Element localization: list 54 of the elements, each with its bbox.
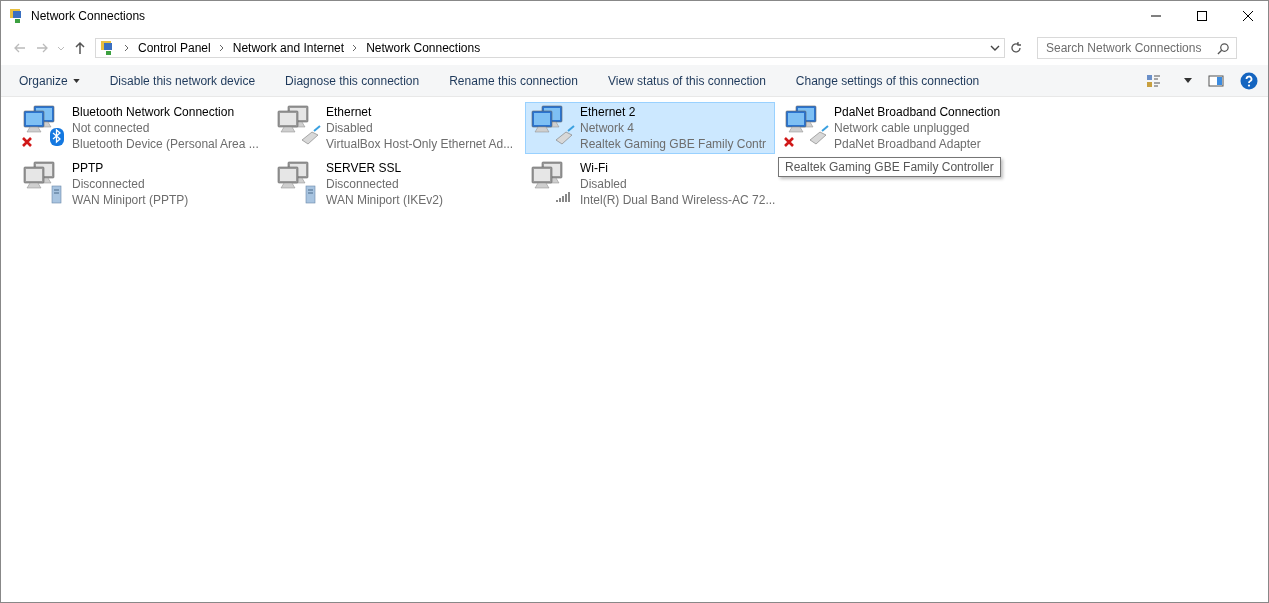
connection-status: Disconnected	[72, 176, 146, 192]
up-arrow-icon[interactable]	[73, 41, 87, 55]
breadcrumb[interactable]: Network and Internet	[232, 41, 345, 55]
connection-name: PdaNet Broadband Connection	[834, 104, 1001, 120]
adapter-name: WAN Miniport (IKEv2)	[326, 192, 443, 208]
connection-item[interactable]: SERVER SSL Disconnected WAN Miniport (IKEv2)	[271, 158, 521, 210]
breadcrumb[interactable]: Network Connections	[366, 41, 481, 55]
close-icon[interactable]	[1242, 10, 1254, 22]
adapter-name: Bluetooth Device (Personal Area ...	[72, 136, 259, 152]
address-bar[interactable]: Control Panel Network and Internet Network Connections	[95, 38, 1005, 58]
preview-pane-icon[interactable]	[1208, 72, 1224, 89]
connection-status: Disabled	[326, 120, 374, 136]
connection-item[interactable]: Ethernet 2 Network 4 Realtek Gaming GBE Family Contr	[525, 102, 775, 154]
connection-item[interactable]: PPTP Disconnected WAN Miniport (PPTP)	[17, 158, 267, 210]
connection-status: Network 4	[580, 120, 636, 136]
connection-name: Ethernet	[326, 104, 373, 120]
connection-item[interactable]: Bluetooth Network Connection Not connected Bluetooth Device (Personal Area ...	[17, 102, 267, 154]
adapter-name: WAN Miniport (PPTP)	[72, 192, 189, 208]
connection-item[interactable]: Wi-Fi Disabled Intel(R) Dual Band Wireless-AC 72...	[525, 158, 775, 210]
connection-name: SERVER SSL	[326, 160, 403, 176]
adapter-name: Realtek Gaming GBE Family Contr	[580, 136, 767, 152]
breadcrumb[interactable]: Control Panel	[138, 41, 211, 55]
chevron-right-icon	[218, 44, 225, 52]
caret-icon[interactable]	[1184, 78, 1192, 83]
connection-status: Network cable unplugged	[834, 120, 971, 136]
connection-item[interactable]: Ethernet Disabled VirtualBox Host-Only Ethernet Ad...	[271, 102, 521, 154]
connection-item[interactable]: PdaNet Broadband Connection Network cable unplugged PdaNet Broadband Adapter	[779, 102, 1029, 154]
toolbar-command[interactable]: Disable this network device	[99, 69, 266, 92]
refresh-icon[interactable]	[1009, 41, 1023, 55]
organize-menu[interactable]: Organize	[9, 69, 90, 92]
adapter-name: VirtualBox Host-Only Ethernet Ad...	[326, 136, 514, 152]
connection-status: Not connected	[72, 120, 151, 136]
chevron-right-icon	[124, 44, 130, 52]
tooltip: Realtek Gaming GBE Family Controller	[778, 157, 1001, 177]
caret-icon	[72, 78, 80, 83]
dropdown-chevron-icon[interactable]	[990, 43, 1000, 53]
connection-status: Disabled	[580, 176, 628, 192]
connection-name: Ethernet 2	[580, 104, 637, 120]
connection-name: PPTP	[72, 160, 105, 176]
chevron-right-icon	[352, 44, 359, 52]
search-icon	[1217, 41, 1230, 55]
connection-status: Disconnected	[326, 176, 400, 192]
toolbar-command[interactable]: Rename this connection	[439, 69, 588, 92]
maximize-icon[interactable]	[1196, 10, 1208, 22]
toolbar-command[interactable]: View status of this connection	[597, 69, 776, 92]
toolbar-command[interactable]: Change settings of this connection	[785, 69, 990, 92]
connection-name: Wi-Fi	[580, 160, 609, 176]
window-title: Network Connections	[31, 9, 146, 23]
search-field[interactable]: Search Network Connections	[1037, 37, 1237, 59]
adapter-name: PdaNet Broadband Adapter	[834, 136, 982, 152]
view-options-icon[interactable]	[1146, 72, 1162, 89]
toolbar-command[interactable]: Diagnose this connection	[275, 69, 430, 92]
connection-name: Bluetooth Network Connection	[72, 104, 236, 120]
help-icon[interactable]	[1240, 71, 1258, 90]
